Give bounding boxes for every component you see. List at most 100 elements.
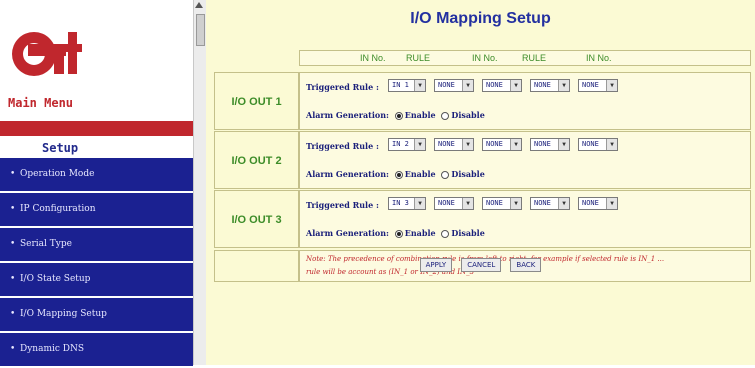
input-select[interactable]: NONE ▼ [578, 79, 618, 92]
setup-section[interactable]: Setup [0, 138, 193, 158]
header-in-no: IN No. [586, 53, 612, 63]
nav-item-label: IP Configuration [20, 204, 96, 214]
input-select[interactable]: IN 3 ▼ [388, 197, 426, 210]
nav-scrollbar[interactable] [193, 0, 206, 365]
dropdown-arrow-icon: ▼ [510, 198, 521, 209]
rule-select[interactable]: NONE ▼ [434, 138, 474, 151]
alarm-generation-label: Alarm Generation: [306, 228, 389, 238]
select-value: NONE [486, 140, 503, 148]
table-header: IN No. RULE IN No. RULE IN No. [299, 50, 751, 66]
select-value: NONE [486, 81, 503, 89]
nav-item-serial-type[interactable]: • Serial Type [0, 228, 193, 261]
rule-select[interactable]: NONE ▼ [530, 197, 570, 210]
form-buttons: APPLY CANCEL BACK [206, 252, 755, 272]
dropdown-arrow-icon: ▼ [606, 139, 617, 150]
header-in-no: IN No. [472, 53, 498, 63]
rule-select[interactable]: NONE ▼ [530, 79, 570, 92]
apply-button[interactable]: APPLY [419, 258, 453, 272]
dropdown-arrow-icon: ▼ [558, 198, 569, 209]
dropdown-arrow-icon: ▼ [462, 80, 473, 91]
input-select[interactable]: IN 1 ▼ [388, 79, 426, 92]
dropdown-arrow-icon: ▼ [462, 198, 473, 209]
disable-label: Disable [451, 110, 485, 120]
alarm-generation-line: Alarm Generation: Enable Disable [306, 110, 485, 120]
select-value: NONE [534, 140, 551, 148]
enable-radio[interactable] [394, 230, 403, 238]
setup-label: Setup [42, 141, 79, 155]
io-out-config: Triggered Rule : IN 1 ▼ NONE ▼ NONE ▼ NONE ▼… [299, 72, 751, 130]
input-select[interactable]: IN 2 ▼ [388, 138, 426, 151]
rule-select[interactable]: NONE ▼ [434, 197, 474, 210]
dropdown-arrow-icon: ▼ [414, 80, 425, 91]
io-out-label: I/O OUT 2 [214, 131, 299, 189]
bullet-icon: • [10, 204, 16, 214]
io-out-label: I/O OUT 3 [214, 190, 299, 248]
nav-item-label: Serial Type [20, 239, 72, 249]
alarm-generation-label: Alarm Generation: [306, 169, 389, 179]
select-value: IN 2 [392, 140, 409, 148]
input-select[interactable]: NONE ▼ [482, 138, 522, 151]
select-value: NONE [582, 199, 599, 207]
io-out-config: Triggered Rule : IN 2 ▼ NONE ▼ NONE ▼ NONE ▼… [299, 131, 751, 189]
dropdown-arrow-icon: ▼ [510, 80, 521, 91]
input-select[interactable]: NONE ▼ [482, 79, 522, 92]
rule-select[interactable]: NONE ▼ [530, 138, 570, 151]
header-rule: RULE [406, 53, 431, 63]
io-out-row: I/O OUT 3 Triggered Rule : IN 3 ▼ NONE ▼ N… [214, 190, 751, 248]
scroll-thumb[interactable] [196, 14, 205, 46]
bullet-icon: • [10, 169, 16, 179]
main-menu-title: Main Menu [8, 96, 74, 110]
nav-item-dynamic-dns[interactable]: • Dynamic DNS [0, 333, 193, 366]
nav-list: • Operation Mode • IP Configuration • Seria… [0, 158, 193, 368]
back-button[interactable]: BACK [510, 258, 542, 272]
nav-item-label: I/O State Setup [20, 274, 91, 284]
cancel-button[interactable]: CANCEL [461, 258, 502, 272]
io-out-label: I/O OUT 1 [214, 72, 299, 130]
nav-item-ip-configuration[interactable]: • IP Configuration [0, 193, 193, 226]
nav-item-label: I/O Mapping Setup [20, 309, 107, 319]
input-select[interactable]: NONE ▼ [578, 197, 618, 210]
scroll-up-arrow-icon[interactable] [195, 2, 203, 8]
enable-radio[interactable] [394, 171, 403, 179]
alarm-generation-label: Alarm Generation: [306, 110, 389, 120]
bullet-icon: • [10, 309, 16, 319]
select-value: NONE [438, 81, 455, 89]
select-value: NONE [438, 199, 455, 207]
disable-radio[interactable] [441, 230, 450, 238]
header-rule: RULE [522, 53, 547, 63]
bullet-icon: • [10, 239, 16, 249]
nav-item-io-state-setup[interactable]: • I/O State Setup [0, 263, 193, 296]
dropdown-arrow-icon: ▼ [414, 139, 425, 150]
enable-label: Enable [404, 169, 436, 179]
dropdown-arrow-icon: ▼ [414, 198, 425, 209]
io-out-row: I/O OUT 1 Triggered Rule : IN 1 ▼ NONE ▼ N… [214, 72, 751, 130]
company-logo [12, 32, 82, 76]
io-out-row: I/O OUT 2 Triggered Rule : IN 2 ▼ NONE ▼ N… [214, 131, 751, 189]
disable-radio[interactable] [441, 171, 450, 179]
enable-label: Enable [404, 228, 436, 238]
select-value: NONE [534, 199, 551, 207]
enable-radio[interactable] [394, 112, 403, 120]
select-value: IN 1 [392, 81, 409, 89]
rule-select[interactable]: NONE ▼ [434, 79, 474, 92]
bullet-icon: • [10, 274, 16, 284]
input-select[interactable]: NONE ▼ [482, 197, 522, 210]
dropdown-arrow-icon: ▼ [606, 198, 617, 209]
input-select[interactable]: NONE ▼ [578, 138, 618, 151]
main-panel: I/O Mapping Setup IN No. RULE IN No. RUL… [206, 0, 755, 365]
select-value: NONE [582, 140, 599, 148]
disable-radio[interactable] [441, 112, 450, 120]
nav-item-io-mapping-setup[interactable]: • I/O Mapping Setup [0, 298, 193, 331]
dropdown-arrow-icon: ▼ [558, 139, 569, 150]
select-value: NONE [438, 140, 455, 148]
dropdown-arrow-icon: ▼ [606, 80, 617, 91]
dropdown-arrow-icon: ▼ [510, 139, 521, 150]
triggered-rule-label: Triggered Rule : [306, 141, 379, 151]
page-title: I/O Mapping Setup [410, 10, 551, 27]
triggered-rule-label: Triggered Rule : [306, 200, 379, 210]
enable-label: Enable [404, 110, 436, 120]
nav-item-operation-mode[interactable]: • Operation Mode [0, 158, 193, 191]
left-nav: Main Menu Setup • Operation Mode • IP Conf… [0, 0, 206, 368]
nav-item-label: Operation Mode [20, 169, 95, 179]
select-value: NONE [534, 81, 551, 89]
